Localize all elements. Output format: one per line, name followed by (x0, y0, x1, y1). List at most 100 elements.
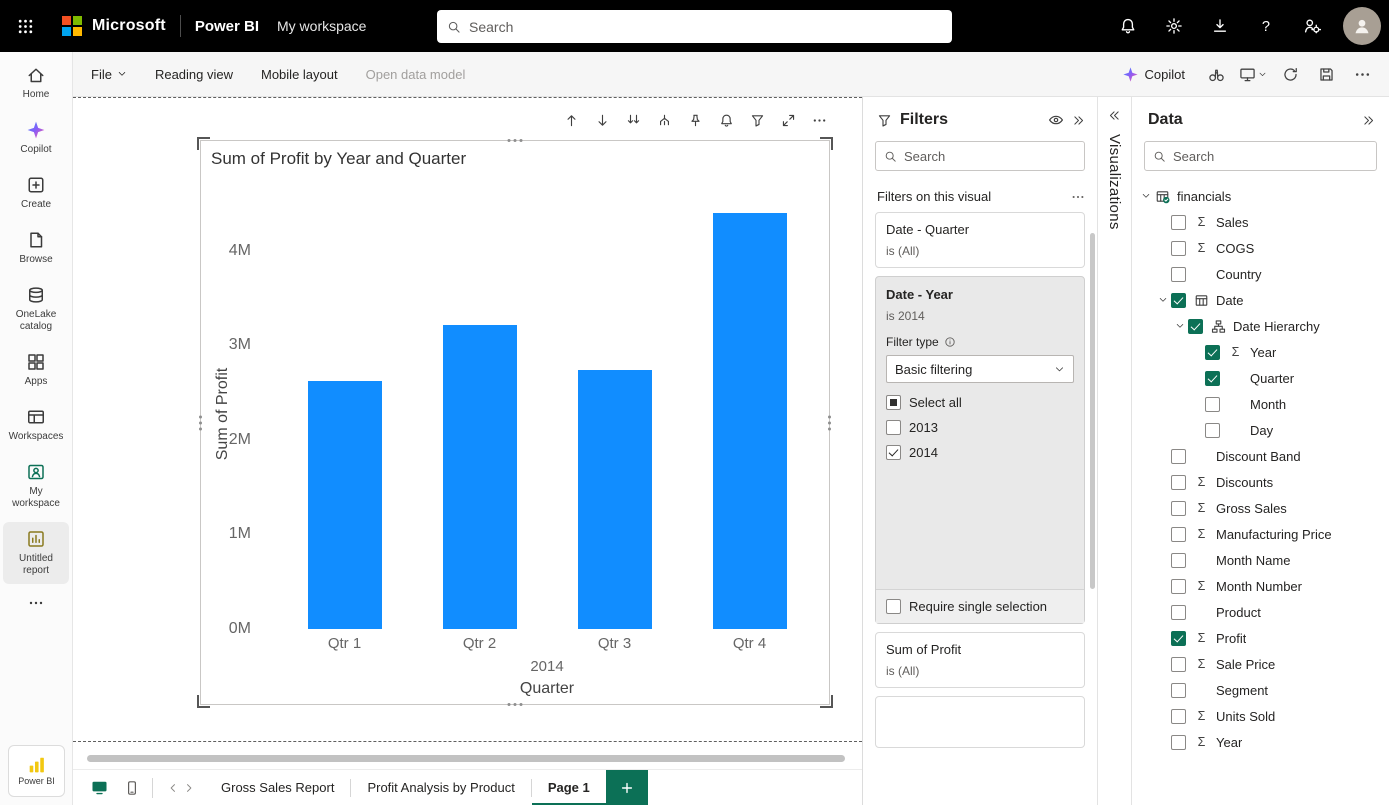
visual-toolbar-arrow-down-button[interactable] (593, 111, 611, 129)
field-row[interactable]: Product (1132, 599, 1389, 625)
expand-visualizations-pane-icon[interactable] (1108, 109, 1121, 122)
filters-search-input[interactable] (904, 149, 1076, 164)
field-row[interactable]: Date (1132, 287, 1389, 313)
field-row[interactable]: Month Name (1132, 547, 1389, 573)
resize-handle-top-right[interactable] (820, 137, 833, 150)
field-row[interactable]: ΣMonth Number (1132, 573, 1389, 599)
checkbox[interactable] (886, 395, 901, 410)
web-view-icon[interactable] (91, 779, 108, 796)
filters-search-box[interactable] (875, 141, 1085, 171)
field-row[interactable]: Quarter (1132, 365, 1389, 391)
field-checkbox[interactable] (1171, 683, 1186, 698)
chart-bar[interactable] (308, 381, 382, 629)
eye-icon[interactable] (1048, 112, 1064, 128)
ribbon-item-file[interactable]: File (77, 52, 141, 96)
sidebar-item-my-workspace[interactable]: My workspace (3, 455, 69, 517)
filter-value-option[interactable]: 2014 (886, 445, 1074, 460)
topbar-person-gear-button[interactable] (1291, 5, 1333, 47)
field-checkbox[interactable] (1188, 319, 1203, 334)
chart-bar[interactable] (578, 370, 652, 629)
drag-handle-top[interactable] (508, 139, 523, 142)
filter-card[interactable] (875, 696, 1085, 748)
checkbox[interactable] (886, 445, 901, 460)
powerbi-logo-box[interactable]: Power BI (8, 745, 65, 797)
require-single-selection[interactable]: Require single selection (876, 589, 1084, 623)
sidebar-item-workspaces[interactable]: Workspaces (3, 400, 69, 450)
field-checkbox[interactable] (1171, 709, 1186, 724)
field-row[interactable]: ΣSale Price (1132, 651, 1389, 677)
add-page-button[interactable] (606, 770, 648, 805)
filter-card[interactable]: Date - Quarteris (All) (875, 212, 1085, 268)
visual-toolbar-double-arrow-down-button[interactable] (624, 111, 642, 129)
field-row[interactable]: ΣYear (1132, 729, 1389, 755)
page-nav-next-button[interactable] (181, 782, 197, 794)
filter-value-option[interactable]: 2013 (886, 420, 1074, 435)
visual-toolbar-ellipsis-h-button[interactable] (810, 111, 828, 129)
field-checkbox[interactable] (1205, 371, 1220, 386)
field-checkbox[interactable] (1171, 657, 1186, 672)
ribbon-refresh-button[interactable] (1273, 58, 1307, 90)
field-row[interactable]: ΣGross Sales (1132, 495, 1389, 521)
ribbon-item-reading-view[interactable]: Reading view (141, 52, 247, 96)
page-nav-prev-button[interactable] (165, 782, 181, 794)
workspace-name-label[interactable]: My workspace (277, 18, 366, 34)
field-row[interactable]: ΣDiscounts (1132, 469, 1389, 495)
field-checkbox[interactable] (1171, 449, 1186, 464)
field-row[interactable]: ΣSales (1132, 209, 1389, 235)
field-checkbox[interactable] (1171, 579, 1186, 594)
resize-handle-bottom-right[interactable] (820, 695, 833, 708)
waffle-menu-button[interactable] (0, 0, 50, 52)
collapse-filters-pane-icon[interactable] (1072, 114, 1085, 127)
field-checkbox[interactable] (1171, 241, 1186, 256)
visualizations-pane-collapsed[interactable]: Visualizations (1097, 97, 1131, 805)
chevron-down-icon[interactable] (1155, 295, 1171, 305)
data-search-input[interactable] (1173, 149, 1368, 164)
nav-more-button[interactable] (28, 595, 44, 616)
page-tab-profit-analysis-by-product[interactable]: Profit Analysis by Product (351, 770, 530, 805)
chevron-down-icon[interactable] (1138, 191, 1154, 201)
global-search-input[interactable] (469, 19, 942, 35)
filter-value-option[interactable]: Select all (886, 395, 1074, 410)
visual-toolbar-bell-button[interactable] (717, 111, 735, 129)
field-checkbox[interactable] (1171, 605, 1186, 620)
filters-scrollbar[interactable] (1090, 233, 1095, 589)
sidebar-item-home[interactable]: Home (3, 58, 69, 108)
sidebar-item-untitled-report[interactable]: Untitled report (3, 522, 69, 584)
field-row[interactable]: Day (1132, 417, 1389, 443)
visual-toolbar-focus-button[interactable] (779, 111, 797, 129)
sidebar-item-create[interactable]: Create (3, 168, 69, 218)
visual-toolbar-arrow-up-button[interactable] (562, 111, 580, 129)
ribbon-ellipsis-h-button[interactable] (1345, 58, 1379, 90)
canvas-horizontal-scrollbar[interactable] (87, 755, 845, 762)
drag-handle-right[interactable] (828, 415, 831, 430)
field-row[interactable]: ΣCOGS (1132, 235, 1389, 261)
field-checkbox[interactable] (1205, 397, 1220, 412)
chart-bar[interactable] (443, 325, 517, 629)
field-row[interactable]: Discount Band (1132, 443, 1389, 469)
ribbon-item-mobile-layout[interactable]: Mobile layout (247, 52, 352, 96)
copilot-button[interactable]: Copilot (1112, 60, 1195, 89)
chevron-down-icon[interactable] (1172, 321, 1188, 331)
field-checkbox[interactable] (1171, 631, 1186, 646)
field-checkbox[interactable] (1205, 345, 1220, 360)
profit-bar-chart-visual[interactable]: Sum of Profit by Year and Quarter Sum of… (200, 140, 830, 705)
drag-handle-bottom[interactable] (508, 703, 523, 706)
report-canvas[interactable]: Sum of Profit by Year and Quarter Sum of… (73, 97, 862, 769)
field-checkbox[interactable] (1171, 215, 1186, 230)
field-checkbox[interactable] (1171, 293, 1186, 308)
page-tab-gross-sales-report[interactable]: Gross Sales Report (205, 770, 350, 805)
field-row[interactable]: Date Hierarchy (1132, 313, 1389, 339)
sidebar-item-apps[interactable]: Apps (3, 345, 69, 395)
field-row[interactable]: Segment (1132, 677, 1389, 703)
data-search-box[interactable] (1144, 141, 1377, 171)
sidebar-item-onelake-catalog[interactable]: OneLake catalog (3, 278, 69, 340)
field-row[interactable]: Country (1132, 261, 1389, 287)
field-checkbox[interactable] (1171, 735, 1186, 750)
topbar-gear-button[interactable] (1153, 5, 1195, 47)
account-avatar[interactable] (1343, 7, 1381, 45)
field-row[interactable]: ΣManufacturing Price (1132, 521, 1389, 547)
page-tab-page-1[interactable]: Page 1 (532, 770, 606, 805)
topbar-download-button[interactable] (1199, 5, 1241, 47)
more-options-icon[interactable] (1071, 190, 1085, 204)
mobile-view-icon[interactable] (124, 780, 140, 796)
